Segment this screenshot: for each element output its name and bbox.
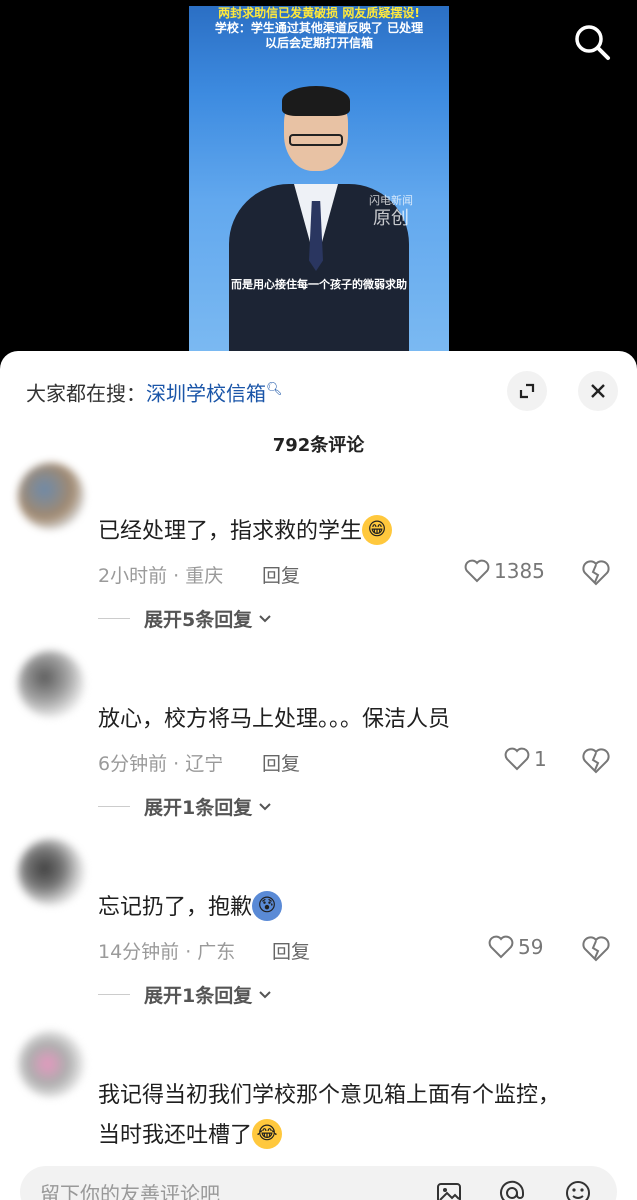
broken-heart-icon [582, 748, 610, 774]
comment-text: 放心，校方将马上处理。。。保洁人员 [98, 703, 450, 737]
expand-replies-button[interactable]: 展开5条回复 [98, 605, 272, 632]
comment-sheet: 大家都在搜：深圳学校信箱🔍︎ 792条评论 已经处理了，指求救的学生 😁 2小时前… [0, 351, 637, 1200]
video-frame: 两封求助信已发黄破损 网友质疑摆设! 学校：学生通过其他渠道反映了 已处理 以后… [189, 6, 449, 360]
expand-button[interactable] [507, 371, 547, 411]
comment-text-line-2: 当时我还吐槽了 😂 [98, 1119, 283, 1153]
avatar[interactable] [18, 651, 84, 717]
banner-line-2: 学校：学生通过其他渠道反映了 已处理 [214, 21, 424, 35]
expand-replies-button[interactable]: 展开1条回复 [98, 793, 272, 820]
expand-replies-label: 展开1条回复 [144, 985, 253, 1007]
watermark-small: 闪电新闻 [369, 194, 413, 207]
search-button[interactable] [572, 22, 612, 62]
cold-sweat-emoji-icon: 😰 [252, 891, 283, 921]
avatar[interactable] [18, 839, 84, 905]
close-icon [591, 384, 605, 398]
mention-icon[interactable] [498, 1179, 526, 1200]
reply-button[interactable]: 回复 [272, 937, 310, 964]
close-button[interactable] [578, 371, 618, 411]
broken-heart-icon [582, 560, 610, 586]
search-small-icon: 🔍︎ [266, 382, 283, 397]
laugh-cry-emoji-icon: 😂 [252, 1119, 283, 1149]
comment-count: 792条评论 [272, 435, 365, 456]
video-player[interactable]: 两封求助信已发黄破损 网友质疑摆设! 学校：学生通过其他渠道反映了 已处理 以后… [0, 0, 637, 360]
broken-heart-icon [582, 936, 610, 962]
comment-input[interactable]: 留下你的友善评论吧 [20, 1166, 617, 1200]
avatar[interactable] [18, 1031, 84, 1097]
divider-line [98, 618, 130, 619]
banner-line-3: 以后会定期打开信箱 [264, 36, 373, 50]
trending-search[interactable]: 大家都在搜：深圳学校信箱🔍︎ [26, 375, 283, 409]
comment-text-line-1: 我记得当初我们学校那个意见箱上面有个监控， [98, 1083, 561, 1108]
video-banner: 两封求助信已发黄破损 网友质疑摆设! 学校：学生通过其他渠道反映了 已处理 以后… [189, 6, 449, 51]
dislike-button[interactable] [582, 560, 610, 588]
chevron-down-icon [259, 614, 271, 622]
comment-text-body: 已经处理了，指求救的学生 [98, 519, 363, 544]
image-icon[interactable] [435, 1179, 463, 1200]
expand-replies-label: 展开5条回复 [144, 609, 253, 631]
comment-meta: 14分钟前 · 广东 [98, 941, 236, 963]
comment-text: 忘记扔了，抱歉 😰 [98, 891, 283, 925]
divider-line [98, 806, 130, 807]
comment-text-body: 放心，校方将马上处理。。。保洁人员 [98, 707, 451, 732]
emoji-icon[interactable] [564, 1179, 592, 1200]
comment-text-body: 当时我还吐槽了 [98, 1123, 253, 1148]
banner-line-1: 两封求助信已发黄破损 网友质疑摆设! [218, 6, 420, 20]
like-button[interactable]: 1385 [464, 559, 545, 583]
trending-keyword[interactable]: 深圳学校信箱 [146, 382, 266, 406]
comment-meta: 6分钟前 · 辽宁 [98, 753, 224, 775]
dislike-button[interactable] [582, 748, 610, 776]
dislike-button[interactable] [582, 936, 610, 964]
heart-icon [504, 747, 530, 771]
reply-button[interactable]: 回复 [262, 749, 300, 776]
video-subtitle: 而是用心接住每一个孩子的微弱求助 [231, 278, 407, 291]
heart-icon [488, 935, 514, 959]
chevron-down-icon [259, 990, 271, 998]
chevron-down-icon [259, 802, 271, 810]
anchor-glasses [289, 134, 343, 146]
avatar[interactable] [18, 463, 84, 529]
divider-line [98, 994, 130, 995]
like-button[interactable]: 59 [488, 935, 543, 959]
reply-button[interactable]: 回复 [262, 561, 300, 588]
anchor-hair [282, 86, 350, 116]
grin-emoji-icon: 😁 [362, 515, 393, 545]
trending-prefix: 大家都在搜： [26, 381, 146, 406]
comment-meta: 2小时前 · 重庆 [98, 565, 224, 587]
comment-text: 已经处理了，指求救的学生 😁 [98, 515, 393, 549]
expand-icon [519, 383, 535, 399]
like-count: 1 [534, 747, 547, 771]
watermark-big: 原创 [373, 208, 409, 229]
comment-text-body: 忘记扔了，抱歉 [98, 895, 253, 920]
like-count: 59 [518, 935, 544, 959]
comment-input-placeholder: 留下你的友善评论吧 [40, 1182, 220, 1200]
like-button[interactable]: 1 [504, 747, 547, 771]
like-count: 1385 [494, 559, 545, 583]
heart-icon [464, 559, 490, 583]
expand-replies-label: 展开1条回复 [144, 797, 253, 819]
video-watermark: 闪电新闻 原创 [369, 194, 413, 230]
expand-replies-button[interactable]: 展开1条回复 [98, 981, 272, 1008]
search-icon [575, 25, 610, 60]
